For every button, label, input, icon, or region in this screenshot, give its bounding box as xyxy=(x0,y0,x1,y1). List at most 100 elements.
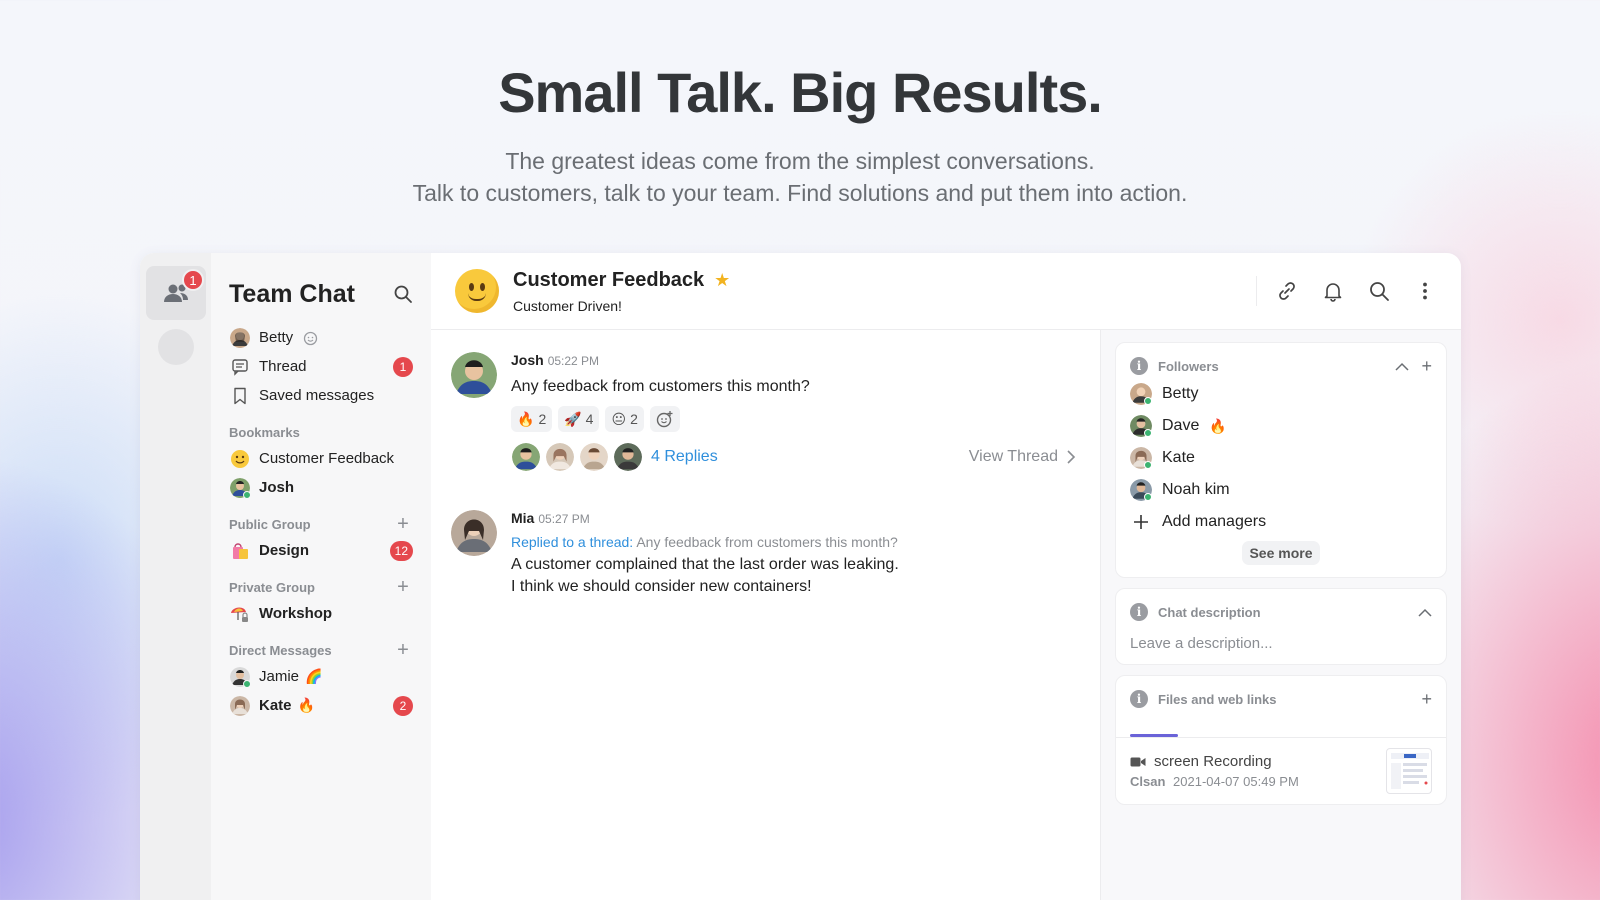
add-private-group-button[interactable]: + xyxy=(393,576,413,599)
replied-to-link[interactable]: Replied to a thread: xyxy=(511,534,633,550)
file-item[interactable]: screen Recording Clsan 2021-04-07 05:49 … xyxy=(1130,748,1432,794)
reaction-count: 4 xyxy=(585,411,594,427)
message-josh[interactable]: Josh 05:22 PM Any feedback from customers… xyxy=(451,352,1080,472)
unread-badge: 12 xyxy=(389,540,413,561)
sidebar-item-kate[interactable]: Kate 🔥 2 xyxy=(229,691,413,720)
sidebar-item-label: Kate xyxy=(259,697,292,714)
sidebar-item-label: Workshop xyxy=(259,605,333,622)
section-public-group: Public Group + xyxy=(229,512,413,536)
smiley-icon xyxy=(231,449,249,468)
sender-name[interactable]: Josh xyxy=(511,352,544,368)
replied-quote: Any feedback from customers this month? xyxy=(636,534,898,550)
sidebar-item-label: Saved messages xyxy=(259,387,375,404)
avatar xyxy=(613,442,643,472)
avatar xyxy=(451,352,497,398)
add-direct-message-button[interactable]: + xyxy=(393,639,413,662)
chevron-right-icon xyxy=(1067,450,1076,464)
card-title: Files and web links xyxy=(1158,691,1277,707)
sidebar-item-customer-feedback[interactable]: Customer Feedback xyxy=(229,444,413,473)
add-public-group-button[interactable]: + xyxy=(393,513,413,536)
avatar xyxy=(545,442,575,472)
follower-item[interactable]: Noah kim xyxy=(1130,475,1432,505)
avatar xyxy=(229,666,251,688)
file-thumbnail[interactable] xyxy=(1386,748,1432,794)
more-options-button[interactable] xyxy=(1413,279,1437,303)
section-label: Private Group xyxy=(229,579,315,595)
add-managers-button[interactable]: Add managers xyxy=(1130,507,1432,537)
reaction-fire[interactable]: 🔥 2 xyxy=(511,406,553,432)
follower-item[interactable]: Kate xyxy=(1130,443,1432,473)
link-icon xyxy=(1279,282,1295,300)
reaction-neutral[interactable]: 😐 2 xyxy=(605,406,644,432)
bookmark-icon xyxy=(234,387,246,404)
umbrella-lock-icon xyxy=(231,607,248,622)
avatar xyxy=(451,510,497,556)
sidebar-item-design[interactable]: Design 12 xyxy=(229,536,413,565)
search-icon[interactable] xyxy=(393,284,413,304)
reaction-count: 2 xyxy=(630,411,638,427)
collapse-button[interactable] xyxy=(1395,356,1410,377)
channel-title: Customer Feedback xyxy=(513,268,705,291)
hero-title: Small Talk. Big Results. xyxy=(498,61,1103,124)
add-reaction-button[interactable] xyxy=(649,406,680,432)
add-follower-button[interactable]: + xyxy=(1421,356,1432,377)
hero: Small Talk. Big Results. The greatest id… xyxy=(0,60,1600,209)
video-icon xyxy=(1130,757,1146,766)
online-indicator xyxy=(1144,397,1152,405)
message-mia[interactable]: Mia 05:27 PM Replied to a thread: Any fee… xyxy=(451,510,1080,598)
reaction-rocket[interactable]: 🚀 4 xyxy=(558,406,600,432)
info-icon: i xyxy=(1130,690,1148,708)
description-input[interactable]: Leave a description... xyxy=(1130,635,1432,652)
star-icon[interactable]: ★ xyxy=(714,270,730,291)
sidebar-item-label: Betty xyxy=(259,329,294,346)
link-button[interactable] xyxy=(1275,279,1299,303)
sidebar-item-workshop[interactable]: Workshop xyxy=(229,599,413,628)
collapse-button[interactable] xyxy=(1418,602,1432,623)
reply-context[interactable]: Replied to a thread: Any feedback from c… xyxy=(511,534,899,550)
avatar xyxy=(1130,479,1152,501)
message-list: Josh 05:22 PM Any feedback from customers… xyxy=(431,330,1101,900)
chat-description-card: i Chat description Leave a description..… xyxy=(1115,588,1447,665)
notifications-button[interactable] xyxy=(1321,279,1345,303)
avatar xyxy=(229,477,251,499)
workspace-avatar-placeholder[interactable] xyxy=(158,329,194,365)
avatar xyxy=(1130,383,1152,405)
sidebar-item-saved-messages[interactable]: Saved messages xyxy=(229,381,413,410)
chat-header: Customer Feedback ★ Customer Driven! xyxy=(431,253,1461,330)
search-chat-button[interactable] xyxy=(1367,279,1391,303)
sidebar: Team Chat Betty Thread 1 Saved messages … xyxy=(211,253,431,900)
unread-badge: 1 xyxy=(393,356,413,377)
follower-item[interactable]: Dave 🔥 xyxy=(1130,411,1432,441)
online-indicator xyxy=(1144,429,1152,437)
online-indicator xyxy=(1144,493,1152,501)
view-thread-button[interactable]: View Thread xyxy=(969,448,1076,466)
sidebar-item-betty[interactable]: Betty xyxy=(229,323,413,352)
sender-name[interactable]: Mia xyxy=(511,510,534,526)
follower-name: Dave xyxy=(1162,417,1200,434)
add-file-button[interactable]: + xyxy=(1421,689,1432,710)
add-reaction-icon xyxy=(656,411,673,428)
section-label: Public Group xyxy=(229,516,311,532)
avatar xyxy=(229,695,251,717)
hero-line-1: The greatest ideas come from the simples… xyxy=(505,148,1095,174)
reactions: 🔥 2 🚀 4 😐 2 xyxy=(511,406,1076,432)
fire-icon: 🔥 xyxy=(297,697,315,713)
replies-link[interactable]: 4 Replies xyxy=(651,448,969,466)
plus-icon xyxy=(1130,511,1152,533)
follower-item[interactable]: Betty xyxy=(1130,379,1432,409)
card-title: Followers xyxy=(1158,358,1219,374)
chevron-up-icon xyxy=(1418,608,1432,617)
sidebar-item-thread[interactable]: Thread 1 xyxy=(229,352,413,381)
status-emoji-add-icon[interactable] xyxy=(303,330,319,346)
info-icon: i xyxy=(1130,357,1148,375)
workspace-rail: 1 xyxy=(140,253,211,900)
avatar xyxy=(511,442,541,472)
app-window: 1 Team Chat Betty Thread 1 Saved message… xyxy=(140,253,1461,900)
shopping-bag-icon xyxy=(233,542,248,559)
sidebar-item-jamie[interactable]: Jamie 🌈 xyxy=(229,662,413,691)
file-name: screen Recording xyxy=(1154,753,1272,770)
sidebar-item-josh[interactable]: Josh xyxy=(229,473,413,502)
rail-badge: 1 xyxy=(182,269,204,291)
see-more-button[interactable]: See more xyxy=(1242,541,1320,565)
section-direct-messages: Direct Messages + xyxy=(229,638,413,662)
